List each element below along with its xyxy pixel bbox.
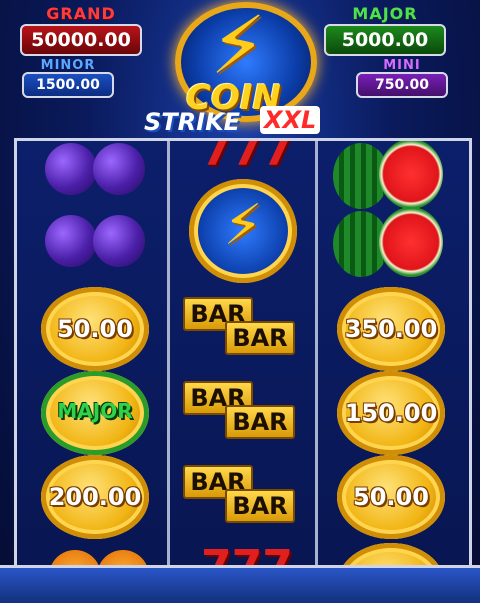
logo-strike-text: STRIKE [144,108,241,136]
coin-value: 150.00 [344,399,438,427]
reel-divider [167,141,170,603]
grand-value: 50000.00 [20,24,142,56]
reel-2: 777 ⚡ BAR BAR BAR BAR BAR BAR 777 [171,141,315,603]
coin-symbol: 50.00 [23,287,167,371]
mini-value: 750.00 [356,72,448,98]
seven-icon: 777 [201,141,293,176]
grand-label: GRAND [46,4,116,23]
watermelon-slice-icon [379,141,443,209]
mini-jackpot: MINI 750.00 [356,58,448,98]
coin-symbol: 200.00 [23,455,167,539]
coin-icon: 200.00 [41,455,149,539]
coin-icon: 50.00 [337,455,445,539]
double-bar-symbol: BAR BAR [171,291,315,375]
bottom-control-bar [0,565,480,603]
coin-value: 50.00 [353,483,429,511]
logo-xxl-badge: XXL [260,106,321,134]
reel-divider [315,141,318,603]
coin-value: 350.00 [344,315,438,343]
watermelon-symbol [319,141,463,215]
watermelon-slice-icon [379,207,443,277]
double-bar-symbol: BAR BAR [171,463,315,547]
plum-icon [93,143,145,195]
lightning-coin-icon: ⚡ [189,179,297,283]
bar-icon: BAR [225,321,295,355]
lightning-coin-symbol: ⚡ [171,179,315,283]
plum-symbol [23,141,167,207]
double-bar-symbol: BAR BAR [171,377,315,461]
coin-value: MAJOR [57,399,133,423]
coin-value: 200.00 [48,483,142,511]
coin-icon: 50.00 [41,287,149,371]
coin-icon: 350.00 [337,287,445,371]
major-value: 5000.00 [324,24,446,56]
lightning-bolt-icon: ⚡ [210,0,267,92]
plum-symbol [23,207,167,291]
bar-icon: BAR [225,405,295,439]
coin-symbol: 150.00 [319,371,463,455]
minor-jackpot: MINOR 1500.00 [22,58,114,98]
coin-icon: MAJOR [41,371,149,455]
coin-icon: 150.00 [337,371,445,455]
reel-board: 50.00 MAJOR 200.00 777 ⚡ BAR BAR BAR BAR [14,138,472,603]
reel-1: 50.00 MAJOR 200.00 [23,141,167,603]
mini-label: MINI [383,58,421,73]
plum-icon [45,215,97,267]
game-logo: ⚡ COIN STRIKE XXL [140,0,340,145]
plum-icon [45,143,97,195]
bar-icon: BAR [225,489,295,523]
watermelon-symbol [319,205,463,289]
lightning-bolt-icon: ⚡ [223,193,263,258]
grand-jackpot: GRAND 50000.00 [14,4,148,56]
minor-label: MINOR [40,58,96,73]
plum-icon [93,215,145,267]
coin-symbol: 50.00 [319,455,463,539]
coin-symbol: 350.00 [319,287,463,371]
minor-value: 1500.00 [22,72,114,98]
coin-value: 50.00 [57,315,133,343]
coin-symbol: MAJOR [23,371,167,455]
reel-3: 350.00 150.00 50.00 [319,141,463,603]
